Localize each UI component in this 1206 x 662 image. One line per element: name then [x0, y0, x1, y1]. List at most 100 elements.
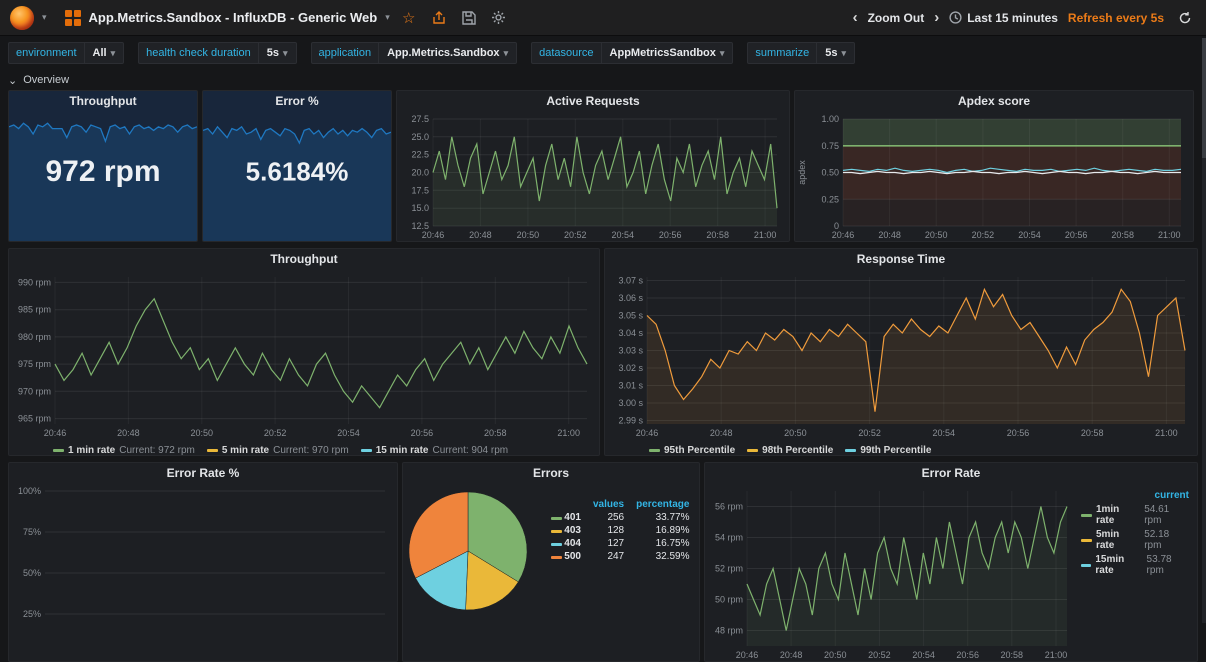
- active-requests-chart[interactable]: 27.525.022.520.017.515.012.520:4620:4820…: [397, 112, 789, 241]
- panel-row-3: Error Rate % 100%75%50%25% Errors values…: [0, 462, 1206, 662]
- panel-title[interactable]: Error Rate: [705, 463, 1197, 484]
- variable-environment[interactable]: environment All▾: [8, 42, 124, 64]
- variable-application[interactable]: application App.Metrics.Sandbox▾: [311, 42, 518, 64]
- scrollbar-thumb[interactable]: [1202, 38, 1206, 158]
- svg-text:20:50: 20:50: [517, 230, 540, 240]
- svg-text:20.0: 20.0: [411, 168, 429, 178]
- panel-title[interactable]: Error Rate %: [9, 463, 397, 484]
- share-icon[interactable]: [428, 7, 450, 29]
- svg-text:20:56: 20:56: [1007, 428, 1030, 438]
- chart-svg: 990 rpm985 rpm980 rpm975 rpm970 rpm965 r…: [9, 270, 599, 439]
- zoom-out-button[interactable]: Zoom Out: [868, 11, 925, 25]
- legend-item[interactable]: 98th Percentile: [747, 445, 833, 456]
- panel-title[interactable]: Errors: [403, 463, 699, 484]
- svg-text:20:50: 20:50: [925, 230, 948, 240]
- throughput-chart[interactable]: 990 rpm985 rpm980 rpm975 rpm970 rpm965 r…: [9, 270, 599, 455]
- variable-value-dropdown[interactable]: AppMetricsSandbox▾: [601, 42, 734, 64]
- legend-item[interactable]: 1 min rate Current: 972 rpm: [53, 445, 195, 456]
- svg-text:50 rpm: 50 rpm: [715, 595, 743, 605]
- svg-text:3.04 s: 3.04 s: [618, 328, 643, 338]
- variable-value-dropdown[interactable]: All▾: [84, 42, 125, 64]
- panel-apdex-score: Apdex score 1.000.750.500.25020:4620:482…: [794, 90, 1194, 242]
- pie-svg[interactable]: [407, 490, 529, 612]
- row-title: Overview: [23, 74, 69, 86]
- time-range-picker[interactable]: Last 15 minutes: [949, 11, 1058, 25]
- legend-item[interactable]: 15min rate53.78 rpm: [1081, 554, 1189, 576]
- svg-text:0.25: 0.25: [821, 194, 839, 204]
- variable-value-dropdown[interactable]: App.Metrics.Sandbox▾: [378, 42, 517, 64]
- error-rate-chart[interactable]: 56 rpm54 rpm52 rpm50 rpm48 rpm20:4620:48…: [705, 484, 1079, 661]
- svg-text:965 rpm: 965 rpm: [18, 414, 51, 424]
- variable-summarize[interactable]: summarize 5s▾: [747, 42, 855, 64]
- refresh-icon[interactable]: [1174, 7, 1196, 29]
- panel-errors-pie: Errors valuespercentage 40125633.77% 403…: [402, 462, 700, 662]
- panel-row-1: Throughput 972 rpm Error % 5.6184% Activ…: [0, 90, 1206, 242]
- legend-item[interactable]: 1min rate54.61 rpm: [1081, 504, 1189, 526]
- panel-error-rate-percent: Error Rate % 100%75%50%25%: [8, 462, 398, 662]
- dashboard-grid-icon: [65, 10, 81, 26]
- panel-title[interactable]: Throughput: [9, 91, 197, 112]
- svg-text:990 rpm: 990 rpm: [18, 277, 51, 287]
- legend-item[interactable]: 5min rate52.18 rpm: [1081, 529, 1189, 551]
- svg-text:52 rpm: 52 rpm: [715, 564, 743, 574]
- dashboard-title[interactable]: App.Metrics.Sandbox - InfluxDB - Generic…: [89, 10, 378, 25]
- svg-text:20:46: 20:46: [736, 650, 759, 660]
- error-rate-percent-chart[interactable]: 100%75%50%25%: [9, 484, 397, 661]
- svg-text:17.5: 17.5: [411, 185, 429, 195]
- svg-text:27.5: 27.5: [411, 114, 429, 124]
- chevron-left-icon[interactable]: ‹: [853, 10, 858, 25]
- chart-legend: 95th Percentile 98th Percentile 99th Perce…: [605, 442, 1197, 456]
- variable-value-dropdown[interactable]: 5s▾: [258, 42, 297, 64]
- chevron-down-icon: ▾: [283, 48, 288, 58]
- svg-text:22.5: 22.5: [411, 150, 429, 160]
- svg-text:3.01 s: 3.01 s: [618, 381, 643, 391]
- panel-title[interactable]: Active Requests: [397, 91, 789, 112]
- pie-legend-row[interactable]: 50024732.59%: [545, 550, 696, 563]
- svg-text:20:54: 20:54: [337, 428, 360, 438]
- star-icon[interactable]: ☆: [398, 7, 420, 29]
- svg-text:3.05 s: 3.05 s: [618, 311, 643, 321]
- svg-text:1.00: 1.00: [821, 114, 839, 124]
- legend-item[interactable]: 15 min rate Current: 904 rpm: [361, 445, 508, 456]
- svg-text:3.03 s: 3.03 s: [618, 346, 643, 356]
- pie-legend-row[interactable]: 40312816.89%: [545, 524, 696, 537]
- chevron-down-icon[interactable]: ▾: [385, 12, 390, 23]
- panel-title[interactable]: Response Time: [605, 249, 1197, 270]
- svg-text:3.07 s: 3.07 s: [618, 276, 643, 286]
- variable-datasource[interactable]: datasource AppMetricsSandbox▾: [531, 42, 733, 64]
- errors-pie-chart[interactable]: valuespercentage 40125633.77% 40312816.8…: [403, 484, 699, 661]
- legend-item[interactable]: 5 min rate Current: 970 rpm: [207, 445, 349, 456]
- svg-text:20:48: 20:48: [117, 428, 140, 438]
- svg-text:50%: 50%: [23, 568, 41, 578]
- svg-text:20:58: 20:58: [1001, 650, 1024, 660]
- svg-text:15.0: 15.0: [411, 203, 429, 213]
- svg-text:20:50: 20:50: [784, 428, 807, 438]
- svg-text:20:54: 20:54: [933, 428, 956, 438]
- legend-item[interactable]: 95th Percentile: [649, 445, 735, 456]
- panel-title[interactable]: Error %: [203, 91, 391, 112]
- settings-gear-icon[interactable]: [488, 7, 510, 29]
- chevron-down-icon[interactable]: ▾: [42, 12, 47, 23]
- svg-text:20:48: 20:48: [878, 230, 901, 240]
- pie-legend-row[interactable]: 40125633.77%: [545, 511, 696, 524]
- save-icon[interactable]: [458, 7, 480, 29]
- variable-value-dropdown[interactable]: 5s▾: [816, 42, 855, 64]
- apdex-score-chart[interactable]: 1.000.750.500.25020:4620:4820:5020:5220:…: [795, 112, 1193, 241]
- variable-health-check-duration[interactable]: health check duration 5s▾: [138, 42, 296, 64]
- legend-item[interactable]: 99th Percentile: [845, 445, 931, 456]
- pie-legend-row[interactable]: 40412716.75%: [545, 537, 696, 550]
- svg-text:21:00: 21:00: [1045, 650, 1068, 660]
- svg-text:54 rpm: 54 rpm: [715, 533, 743, 543]
- panel-title[interactable]: Throughput: [9, 249, 599, 270]
- response-time-chart[interactable]: 3.07 s3.06 s3.05 s3.04 s3.03 s3.02 s3.01…: [605, 270, 1197, 455]
- panel-row-2: Throughput 990 rpm985 rpm980 rpm975 rpm9…: [0, 248, 1206, 456]
- grafana-logo[interactable]: [10, 6, 34, 30]
- refresh-interval-button[interactable]: Refresh every 5s: [1068, 11, 1164, 25]
- chevron-right-icon[interactable]: ›: [934, 10, 939, 25]
- scrollbar[interactable]: [1202, 38, 1206, 623]
- panel-title[interactable]: Apdex score: [795, 91, 1193, 112]
- top-navbar: ▾ App.Metrics.Sandbox - InfluxDB - Gener…: [0, 0, 1206, 36]
- svg-text:20:52: 20:52: [972, 230, 995, 240]
- row-collapse-overview[interactable]: ⌄ Overview: [0, 70, 1206, 90]
- svg-text:3.06 s: 3.06 s: [618, 293, 643, 303]
